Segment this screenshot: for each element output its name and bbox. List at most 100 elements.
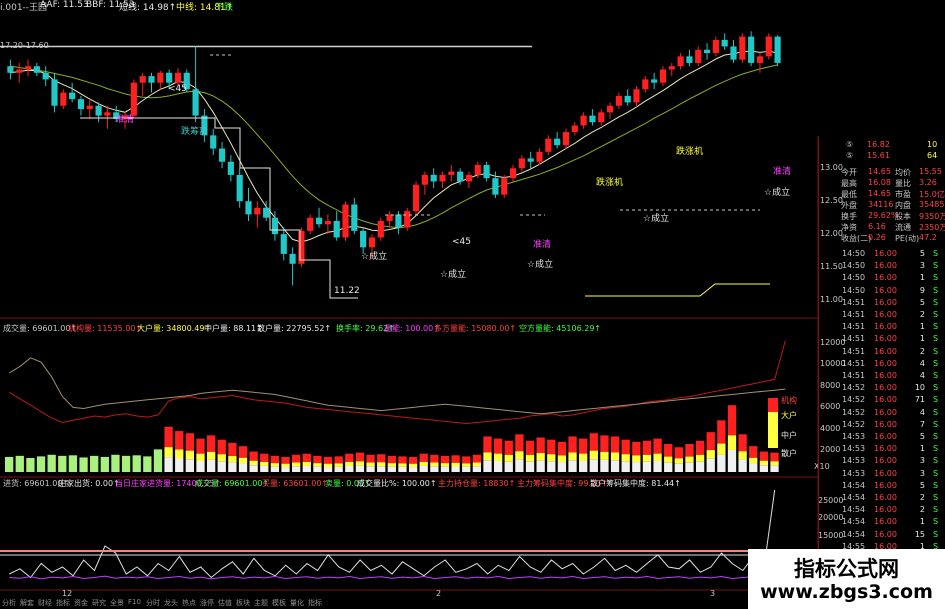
candle-body [174,72,182,83]
tick-side: S [933,468,939,478]
candle-body [536,151,543,162]
candle-body [157,72,164,83]
bottom-tab[interactable]: 模板 [272,598,286,608]
tick-side: S [933,322,939,332]
volume-bar [557,462,567,472]
volume-bar [408,467,418,472]
candle-body [501,178,508,195]
volume-bar [164,426,173,448]
volume-bar [366,454,375,463]
chart-annotation: <45 [168,84,187,94]
quote-stat-label: 最高 [841,179,857,188]
candle-body [465,174,473,182]
volume-bar [547,439,556,455]
tick-volume: 5 [919,297,925,307]
tick-volume: 1 [919,444,925,454]
indicator-legend-item: 主力持仓量: 18830↑ [438,479,516,488]
bottom-tab[interactable]: 财经 [38,598,52,608]
volume-legend-item: 空方量能: 45106.29↑ [519,324,602,333]
tick-time: 14:50 [842,285,866,295]
volume-bar [355,461,365,466]
tick-volume: 3 [919,261,925,271]
bottom-tab[interactable]: 指标 [56,598,70,608]
tick-price: 16.00 [874,285,897,295]
watermark-url: www.zbgs3.com [760,581,933,603]
quote-level-price: 16.82 [867,140,890,149]
volume-bar [79,457,88,472]
tick-side: S [933,297,939,307]
volume-bar [695,454,705,462]
watermark-title: 指标公式网 [794,557,899,581]
volume-bar [292,454,301,463]
volume-bar [674,458,683,464]
candle-body [554,138,561,146]
bottom-tab[interactable]: F10 [128,598,141,606]
volume-bar [217,461,226,472]
volume-bar [557,455,567,463]
volume-bar [366,462,375,467]
bottom-tab[interactable]: 主题 [254,598,268,608]
tick-price: 16.00 [874,468,897,478]
bottom-tab[interactable]: 估值 [218,598,232,608]
volume-bar [695,461,705,472]
volume-bar [589,433,598,451]
tick-volume: 5 [919,249,925,258]
volume-bar [68,455,78,472]
volume-bar [536,453,545,461]
candlestick-panel [0,31,781,299]
bottom-tab[interactable]: 分析 [2,598,16,608]
volume-bar [451,455,460,463]
quote-stat-value: 14.65 [868,189,891,198]
tick-volume: 71 [914,395,925,405]
candle-body [254,207,261,215]
volume-bar [515,434,524,452]
tick-side: S [933,456,939,466]
quote-stat-label: 今开 [841,168,857,177]
tick-time: 14:51 [842,310,866,319]
bottom-tab[interactable]: 解套 [20,598,34,608]
volume-bar [525,454,535,462]
volume-bar [600,459,609,472]
side-indicator-bar [768,398,778,412]
volume-legend-item: 多方量能: 15080.00↑ [434,324,517,333]
volume-bar [15,455,24,472]
tick-volume: 2 [919,346,925,356]
indicator-line-white [9,489,776,579]
volume-bar [217,454,226,462]
bottom-tab[interactable]: 量化 [290,598,304,608]
candle-body [756,56,764,63]
header-item: 下跌 [215,3,234,13]
volume-bar [355,452,365,462]
volume-bar [206,435,216,452]
volume-bar [674,463,683,472]
candle-body [69,92,76,100]
candle-body [703,49,711,54]
volume-bar [185,450,195,460]
bottom-tab[interactable]: 研究 [92,598,106,608]
quote-stat-label: 市盈 [895,190,911,199]
bottom-tab[interactable]: 全景 [110,598,124,608]
bottom-tab[interactable]: 指标 [308,598,322,608]
quote-stat-label: 量比 [895,179,911,188]
candle-body [730,46,737,60]
volume-bar [249,465,258,472]
volume-bar [366,466,375,472]
volume-bar [727,449,737,472]
bottom-tab[interactable]: 热点 [182,598,196,608]
bottom-tab[interactable]: 分时 [146,598,160,608]
bottom-tab[interactable]: 涨停 [200,598,214,608]
volume-bar [323,463,333,468]
volume-bar [759,460,769,466]
volume-bar [408,456,418,464]
volume-bar [717,420,726,444]
volume-bar [196,453,205,461]
volume-bar [504,454,513,462]
quote-level-price: 15.61 [867,151,890,160]
bottom-tab[interactable]: 资金 [74,598,88,608]
bottom-tab[interactable]: 板块 [236,598,250,608]
bottom-tab[interactable]: 龙头 [164,598,178,608]
quote-stat-value: 9350万 [919,212,945,221]
volume-bar [419,461,428,466]
volume-bar [685,444,694,457]
tick-side: S [933,310,939,319]
